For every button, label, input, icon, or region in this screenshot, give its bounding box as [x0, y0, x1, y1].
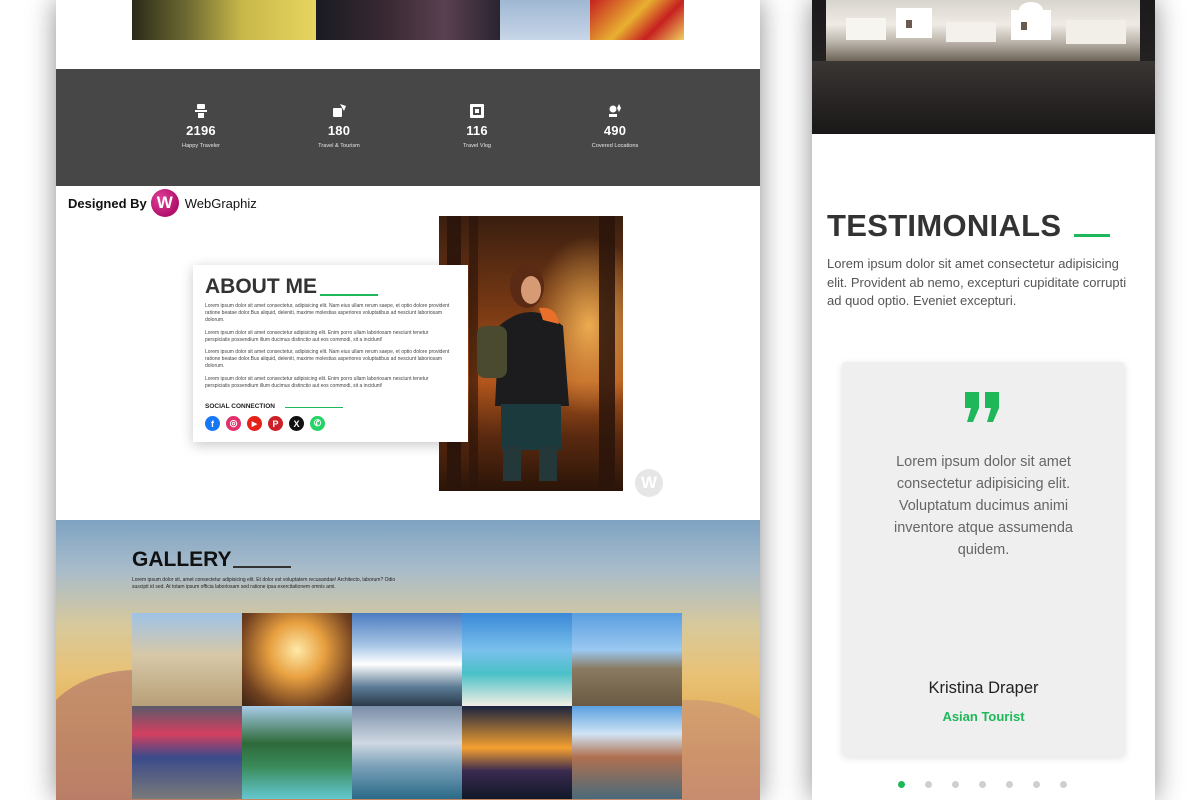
santorini-banner: [812, 0, 1155, 134]
webgraphiz-logo-icon: W: [150, 189, 179, 217]
bridge-image: [132, 0, 316, 40]
location-icon: [609, 104, 621, 117]
gallery-image-gateway[interactable]: [572, 613, 682, 706]
testimonial-author-name: Kristina Draper: [928, 679, 1039, 697]
cliff-image: [812, 61, 1155, 134]
carousel-dot-5[interactable]: [1006, 781, 1013, 788]
testimonials-description: Lorem ipsum dolor sit amet consectetur a…: [827, 256, 1127, 308]
gallery-image-maldives[interactable]: [462, 613, 572, 706]
whatsapp-icon[interactable]: ✆: [310, 416, 325, 431]
temple-roof-image: [590, 0, 684, 40]
night-market-image: [316, 0, 500, 40]
testimonial-quote: Lorem ipsum dolor sit amet consectetur a…: [894, 454, 1073, 558]
about-paragraph: Lorem ipsum dolor sit amet consectetur a…: [205, 376, 429, 389]
stat-covered-locations: 490 Covered Locations: [555, 103, 675, 149]
gallery-title: GALLERY: [132, 548, 232, 571]
stat-value: 490: [603, 123, 627, 138]
social-title-underline: [285, 407, 343, 408]
stat-happy-traveler: 2196 Happy Traveler: [141, 103, 261, 149]
gallery-description: Lorem ipsum dolor sit, amet consectetur …: [132, 577, 396, 590]
tourism-icon: [333, 104, 346, 117]
stat-value: 180: [327, 123, 351, 138]
gallery-image-rome[interactable]: [132, 613, 242, 706]
stat-value: 116: [466, 123, 488, 138]
carousel-dot-4[interactable]: [979, 781, 986, 788]
designed-by-credit[interactable]: Designed By W WebGraphiz: [68, 189, 257, 217]
stat-value: 2196: [186, 123, 216, 138]
gallery-image-alps[interactable]: [352, 613, 462, 706]
carousel-dots: [898, 781, 1067, 788]
x-icon[interactable]: X: [289, 416, 304, 431]
about-paragraph: Lorem ipsum dolor sit amet consectetur a…: [205, 330, 429, 343]
traveler-icon: [195, 104, 207, 118]
gallery-title-underline: [233, 566, 291, 568]
about-paragraph: Lorem ipsum dolor sit amet consectetur, …: [205, 303, 450, 323]
instagram-icon[interactable]: ◎: [226, 416, 241, 431]
about-paragraph: Lorem ipsum dolor sit amet consectetur, …: [205, 349, 450, 369]
pinterest-icon[interactable]: P: [268, 416, 283, 431]
portfolio-page-right: TESTIMONIALS Lorem ipsum dolor sit amet …: [812, 0, 1155, 800]
carousel-dot-7[interactable]: [1060, 781, 1067, 788]
stat-label: Travel & Tourism: [318, 143, 360, 149]
gallery-grid: [132, 613, 684, 799]
carousel-dot-1[interactable]: [898, 781, 905, 788]
stats-band: 2196 Happy Traveler 180 Travel & Tourism…: [56, 69, 760, 186]
designed-by-label: Designed By: [68, 195, 147, 211]
stat-label: Happy Traveler: [182, 143, 220, 149]
quote-icon: [965, 392, 999, 422]
gallery-image-thailand[interactable]: [242, 706, 352, 799]
gallery-section: GALLERY Lorem ipsum dolor sit, amet cons…: [56, 520, 760, 800]
stat-label: Travel Vlog: [462, 143, 492, 149]
stat-label: Covered Locations: [591, 143, 639, 149]
destination-image-strip: [132, 0, 684, 40]
social-connection-title: SOCIAL CONNECTION: [205, 403, 275, 410]
testimonials-title-underline: [1074, 234, 1110, 237]
brand-name: WebGraphiz: [184, 195, 257, 211]
gallery-image-coastal-town[interactable]: [352, 706, 462, 799]
facebook-icon[interactable]: f: [205, 416, 220, 431]
vlog-icon: [470, 104, 484, 118]
gallery-image-tokyo[interactable]: [132, 706, 242, 799]
santorini-image: [826, 0, 1140, 61]
carousel-dot-3[interactable]: [952, 781, 959, 788]
gallery-image-amsterdam[interactable]: [572, 706, 682, 799]
about-title-underline: [320, 294, 378, 296]
portfolio-page-left: 2196 Happy Traveler 180 Travel & Tourism…: [56, 0, 760, 800]
watermark-logo-icon: W: [635, 469, 663, 497]
stat-travel-tourism: 180 Travel & Tourism: [279, 103, 399, 149]
gallery-image-sunset-villas[interactable]: [462, 706, 572, 799]
youtube-icon[interactable]: ▶: [247, 416, 262, 431]
carousel-dot-6[interactable]: [1033, 781, 1040, 788]
sky-image: [500, 0, 590, 40]
testimonials-title: TESTIMONIALS: [827, 208, 1062, 243]
about-me-card: ABOUT ME Lorem ipsum dolor sit amet cons…: [193, 265, 468, 442]
gallery-image-paris[interactable]: [242, 613, 352, 706]
testimonial-author-role: Asian Tourist: [942, 709, 1025, 724]
carousel-dot-2[interactable]: [925, 781, 932, 788]
testimonial-card: Lorem ipsum dolor sit amet consectetur a…: [842, 362, 1125, 756]
social-icons-row: f ◎ ▶ P X ✆: [205, 416, 325, 431]
stat-travel-vlog: 116 Travel Vlog: [417, 103, 537, 149]
about-me-title: ABOUT ME: [205, 275, 317, 298]
